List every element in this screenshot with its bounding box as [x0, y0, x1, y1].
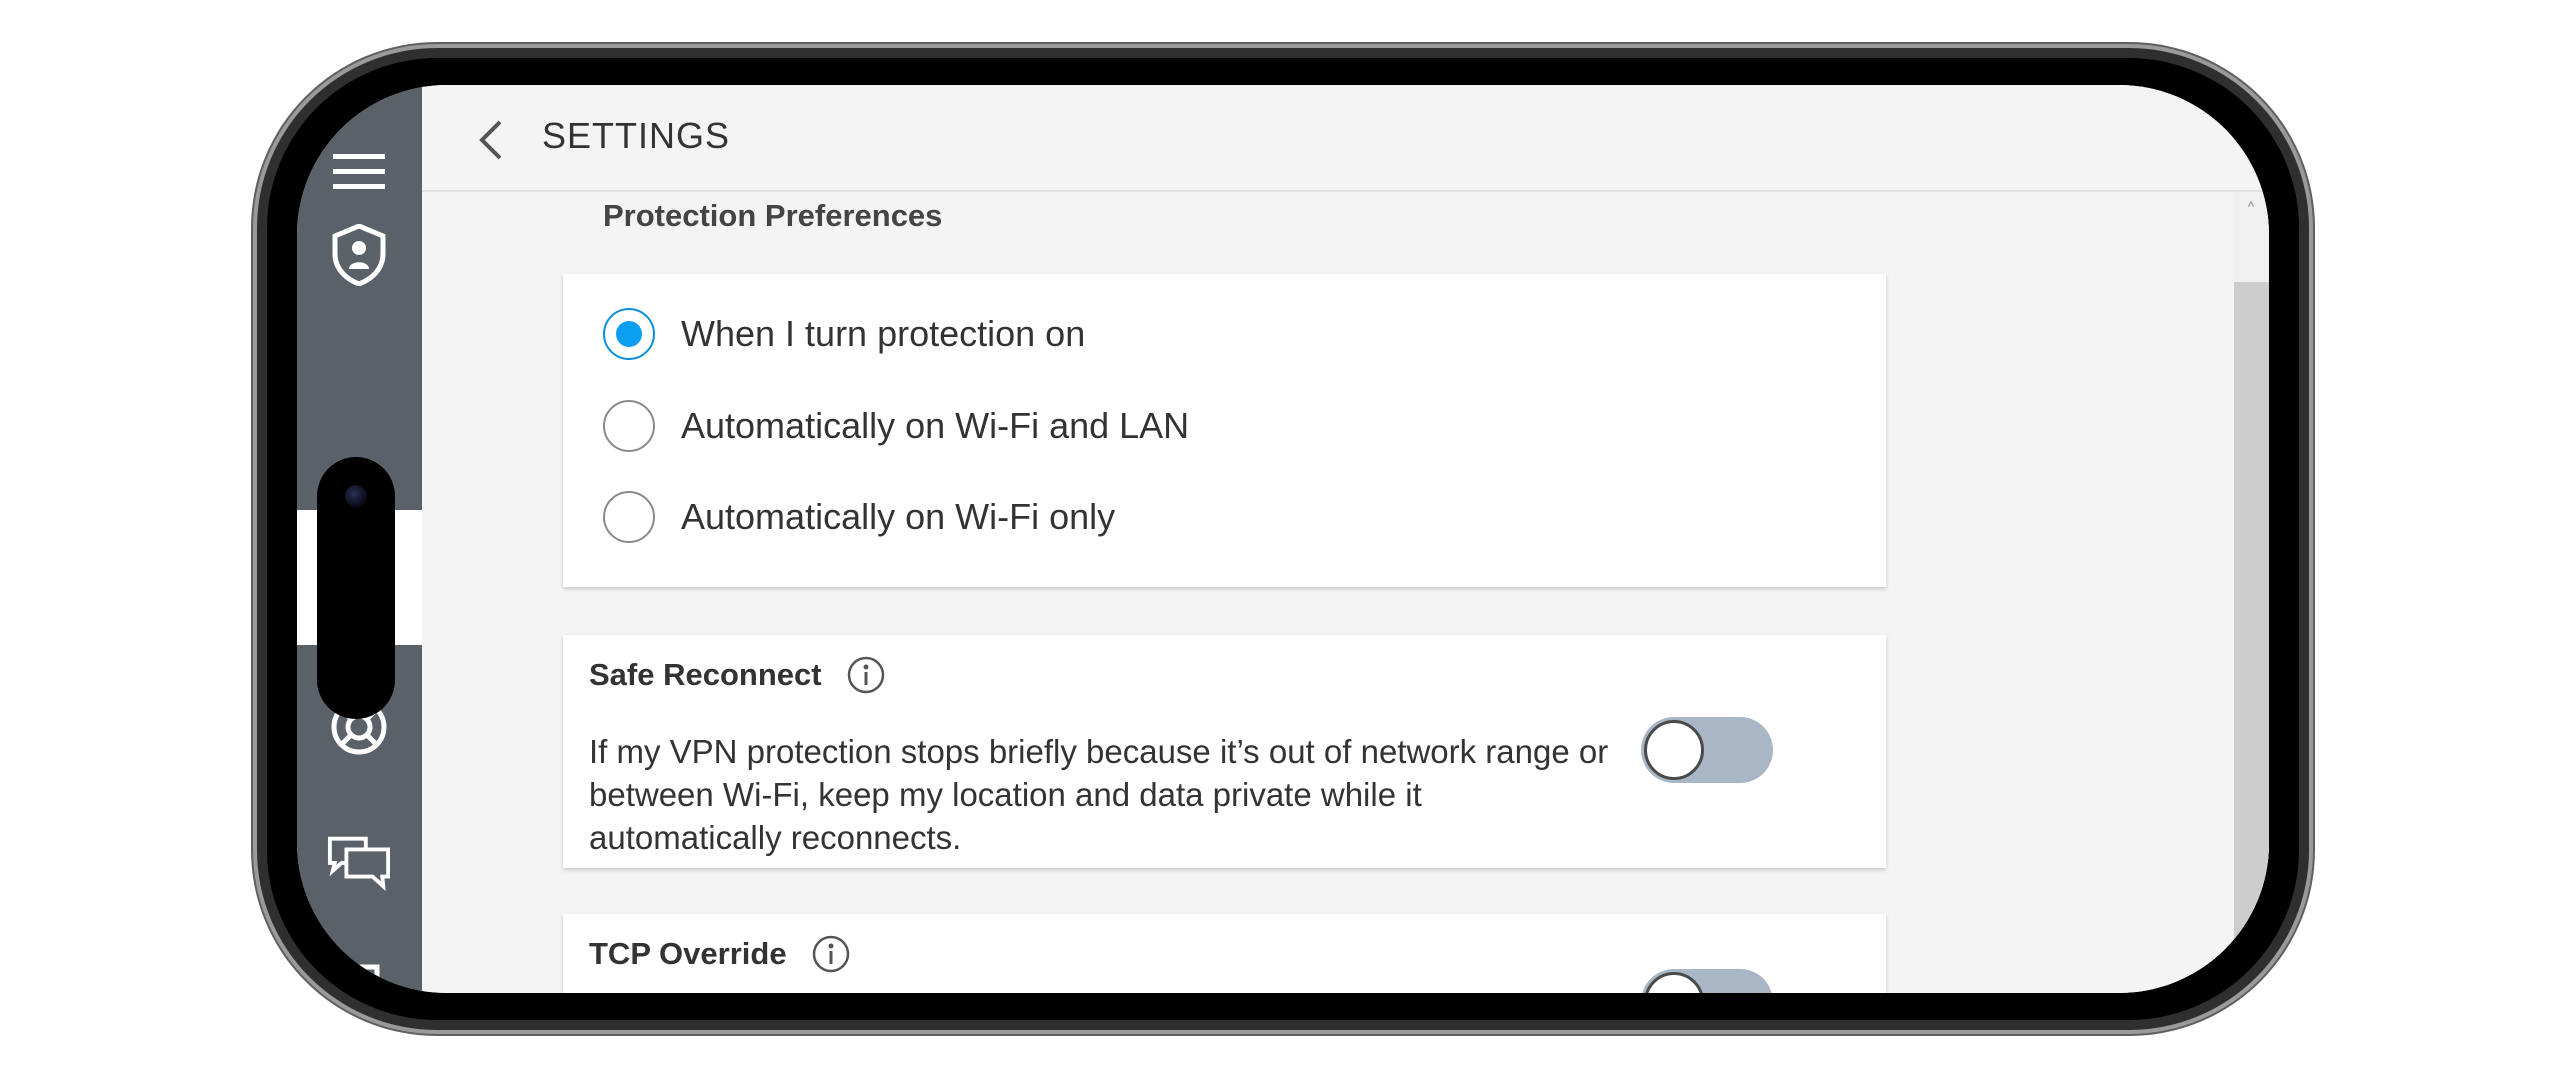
safe-reconnect-description: If my VPN protection stops briefly becau…	[589, 733, 1609, 856]
toggle-knob	[1644, 972, 1704, 993]
info-icon[interactable]	[811, 934, 851, 974]
tcp-override-title: TCP Override	[589, 936, 787, 971]
app-screen: SETTINGS Protection Preferences When I t…	[297, 85, 2269, 993]
radio-option-wifi-only[interactable]: Automatically on Wi-Fi only	[603, 487, 1115, 547]
radio-option-manual[interactable]: When I turn protection on	[603, 304, 1085, 364]
hamburger-menu-icon[interactable]	[327, 140, 391, 204]
tcp-override-card: TCP Override	[563, 914, 1886, 993]
toggle-knob	[1644, 720, 1704, 780]
chat-bubbles-icon[interactable]	[327, 830, 391, 894]
chevron-left-icon	[479, 120, 502, 160]
radio-label: Automatically on Wi-Fi only	[681, 496, 1116, 537]
radio-label: Automatically on Wi-Fi and LAN	[681, 405, 1190, 446]
scroll-up-arrow-icon[interactable]: ˄	[2242, 201, 2260, 221]
radio-label: When I turn protection on	[681, 313, 1086, 354]
camera-lens	[345, 485, 367, 507]
tcp-override-toggle[interactable]	[1641, 969, 1773, 993]
section-label-protection: Protection Preferences	[603, 198, 943, 233]
safe-reconnect-card: Safe Reconnect If my VPN protection stop…	[563, 635, 1886, 868]
safe-reconnect-title-row: Safe Reconnect	[589, 655, 886, 695]
radio-button[interactable]	[603, 491, 655, 543]
radio-button[interactable]	[603, 400, 655, 452]
safe-reconnect-toggle[interactable]	[1641, 717, 1773, 783]
exit-icon[interactable]	[327, 955, 391, 993]
info-icon[interactable]	[846, 655, 886, 695]
shield-user-icon[interactable]	[327, 223, 391, 287]
back-button[interactable]	[472, 115, 508, 165]
page-title: SETTINGS	[542, 115, 731, 156]
scroll-thumb[interactable]	[2234, 282, 2269, 993]
tcp-override-title-row: TCP Override	[589, 934, 851, 974]
header: SETTINGS	[422, 85, 2269, 192]
protection-preferences-card: When I turn protection on Automatically …	[563, 274, 1886, 587]
front-camera	[317, 457, 395, 719]
radio-button-selected[interactable]	[603, 308, 655, 360]
phone-frame: SETTINGS Protection Preferences When I t…	[257, 48, 2309, 1030]
radio-option-wifi-lan[interactable]: Automatically on Wi-Fi and LAN	[603, 396, 1189, 456]
settings-content: Protection Preferences When I turn prote…	[422, 192, 2269, 993]
scrollbar[interactable]: ˄	[2234, 192, 2269, 993]
safe-reconnect-title: Safe Reconnect	[589, 657, 822, 692]
